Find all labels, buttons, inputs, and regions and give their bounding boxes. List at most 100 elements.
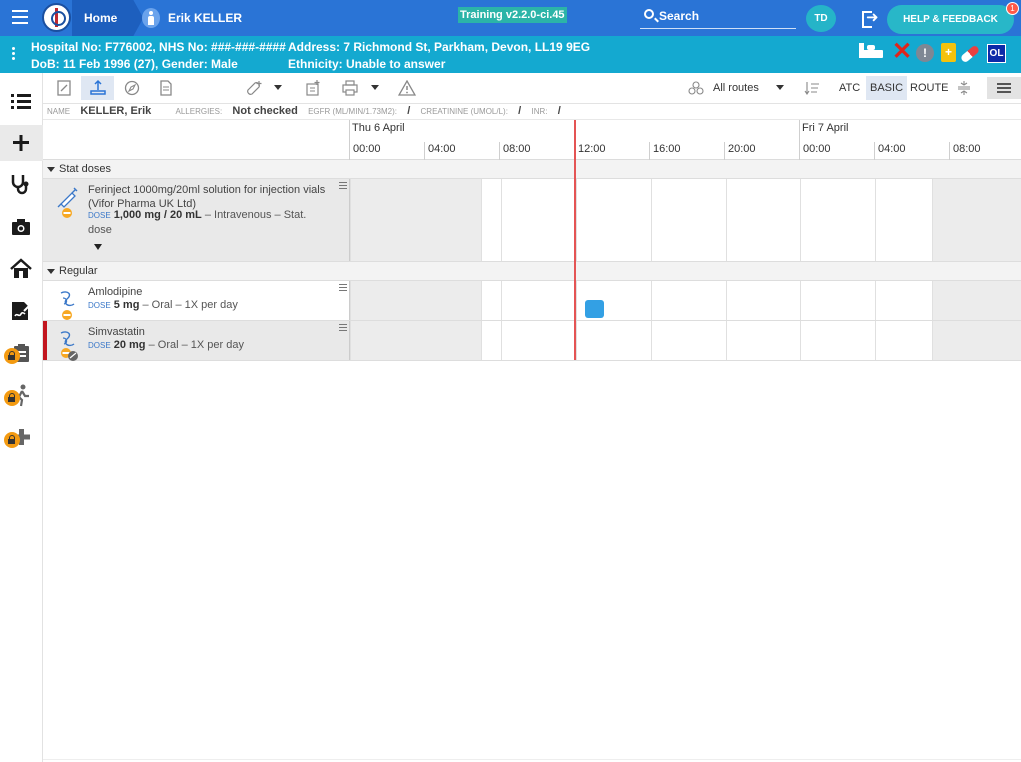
- routes-select[interactable]: All routes: [709, 76, 763, 100]
- medication-name: Ferinject 1000mg/20ml solution for injec…: [88, 184, 326, 210]
- new-order-icon[interactable]: [296, 76, 329, 100]
- allergies-value: Not checked: [232, 105, 298, 117]
- warning-icon[interactable]: [390, 76, 423, 100]
- medication-row[interactable]: Simvastatin DOSE 20 mg – Oral – 1X per d…: [43, 321, 1021, 361]
- dose-label: DOSE: [88, 301, 111, 310]
- document-icon[interactable]: [149, 76, 182, 100]
- bed-icon[interactable]: [859, 43, 883, 58]
- expand-chevron-down-icon[interactable]: [94, 244, 102, 250]
- lock-icon: [4, 390, 20, 406]
- camera-icon[interactable]: [9, 215, 33, 239]
- medication-dose: DOSE 1,000 mg / 20 mL – Intravenous – St…: [88, 208, 333, 237]
- add-dropdown-chevron-down-icon[interactable]: [274, 85, 282, 90]
- dose-value: 20 mg: [113, 339, 146, 351]
- medication-row[interactable]: Ferinject 1000mg/20ml solution for injec…: [43, 179, 1021, 262]
- timeline-header: Thu 6 April Fri 7 April 00:00 04:00 08:0…: [43, 120, 1021, 160]
- scheduled-dose-block[interactable]: [585, 300, 604, 318]
- add-item-plus-icon[interactable]: [0, 125, 43, 161]
- stethoscope-icon[interactable]: [9, 172, 33, 196]
- timeline-cell: [726, 321, 800, 360]
- timeline-cell: [501, 179, 576, 261]
- allergies-label: ALLERGIES:: [175, 107, 223, 116]
- ol-badge[interactable]: OL: [987, 44, 1006, 63]
- print-icon[interactable]: [333, 76, 366, 100]
- home-icon[interactable]: [9, 257, 33, 281]
- group-header-stat-doses[interactable]: Stat doses: [43, 160, 1021, 179]
- home-label: Home: [84, 11, 118, 25]
- dob-gender: DoB: 11 Feb 1996 (27), Gender: Male: [31, 57, 238, 71]
- timeline-cell: [800, 321, 875, 360]
- clinical-info-strip: NAME KELLER, Erik ALLERGIES: Not checked…: [43, 104, 1021, 120]
- timeline-cell: [875, 179, 932, 261]
- timeline-cell: [932, 281, 1021, 320]
- timeline-cell: [350, 179, 481, 261]
- inr-value: /: [557, 105, 561, 117]
- address: Address: 7 Richmond St, Parkham, Devon, …: [288, 40, 591, 54]
- oral-medication-icon: [57, 288, 79, 324]
- dose-label: DOSE: [88, 341, 111, 350]
- hamburger-menu-icon[interactable]: [12, 10, 28, 24]
- patient-banner: Hospital No: F776002, NHS No: ###-###-##…: [0, 36, 1021, 73]
- oral-medication-icon: [57, 328, 79, 364]
- collapse-chevron-down-icon: [47, 166, 55, 172]
- egfr-value: /: [407, 105, 411, 117]
- timeline-view-icon[interactable]: [81, 76, 114, 100]
- patient-breadcrumb[interactable]: Erik KELLER: [142, 0, 242, 36]
- search-input[interactable]: Search: [640, 5, 796, 29]
- basic-toggle[interactable]: BASIC: [866, 76, 908, 100]
- help-feedback-button[interactable]: HELP & FEEDBACK: [887, 5, 1014, 34]
- medication-details[interactable]: Simvastatin DOSE 20 mg – Oral – 1X per d…: [43, 321, 350, 361]
- print-dropdown-chevron-down-icon[interactable]: [371, 85, 379, 90]
- logout-icon[interactable]: [862, 8, 879, 28]
- row-menu-icon[interactable]: [339, 284, 347, 292]
- timeline-cell: [726, 179, 800, 261]
- medicine-bottle-icon[interactable]: +: [941, 43, 956, 62]
- notification-badge: 1: [1006, 2, 1019, 15]
- row-menu-icon[interactable]: [339, 324, 347, 332]
- name-value: KELLER, Erik: [80, 105, 152, 117]
- medication-details[interactable]: Ferinject 1000mg/20ml solution for injec…: [43, 179, 350, 261]
- user-avatar[interactable]: TD: [806, 5, 836, 32]
- lock-icon: [4, 348, 20, 364]
- search-icon: [644, 9, 654, 19]
- medication-details[interactable]: Amlodipine DOSE 5 mg – Oral – 1X per day: [43, 281, 350, 320]
- timeline-cell: [875, 281, 932, 320]
- alert-icon[interactable]: !: [916, 44, 934, 62]
- timeline-cell: [651, 281, 726, 320]
- close-icon[interactable]: ✕: [892, 37, 912, 66]
- compass-icon[interactable]: [115, 76, 148, 100]
- home-breadcrumb[interactable]: Home: [72, 0, 143, 36]
- atc-toggle[interactable]: ATC: [835, 76, 864, 100]
- timeline-cell: [651, 321, 726, 360]
- dose-value: 1,000 mg / 20 mL: [113, 209, 202, 221]
- timeline-cell: [576, 321, 651, 360]
- add-medication-icon[interactable]: [237, 76, 270, 100]
- group-header-regular[interactable]: Regular: [43, 262, 1021, 281]
- time-tick: 16:00: [649, 142, 681, 160]
- dose-details: – Oral – 1X per day: [145, 339, 244, 351]
- routes-chevron-down-icon[interactable]: [776, 85, 784, 90]
- sort-icon[interactable]: [799, 76, 825, 100]
- row-menu-icon[interactable]: [339, 182, 347, 190]
- top-nav-bar: Home Erik KELLER Training v2.2.0-ci.45 S…: [0, 0, 1021, 36]
- more-menu-icon[interactable]: [987, 77, 1021, 99]
- route-toggle[interactable]: ROUTE: [906, 76, 953, 100]
- creatinine-value: /: [518, 105, 522, 117]
- timeline-cell: [576, 179, 651, 261]
- more-vertical-icon[interactable]: [12, 47, 16, 61]
- current-time-line: [574, 120, 576, 360]
- expand-collapse-icon[interactable]: [951, 76, 977, 100]
- timeline-cell: [875, 321, 932, 360]
- timeline-cell: [481, 321, 501, 360]
- route-filter-icon[interactable]: [684, 76, 708, 100]
- signature-icon[interactable]: [9, 299, 33, 323]
- list-icon[interactable]: [9, 89, 33, 113]
- chart-view-icon[interactable]: [47, 76, 80, 100]
- time-tick: 00:00: [799, 142, 831, 160]
- pill-icon[interactable]: [959, 44, 981, 64]
- time-tick: 20:00: [724, 142, 756, 160]
- person-icon: [142, 8, 160, 28]
- name-label: NAME: [47, 107, 71, 116]
- timeline-cell: [932, 321, 1021, 360]
- medication-row[interactable]: Amlodipine DOSE 5 mg – Oral – 1X per day: [43, 281, 1021, 321]
